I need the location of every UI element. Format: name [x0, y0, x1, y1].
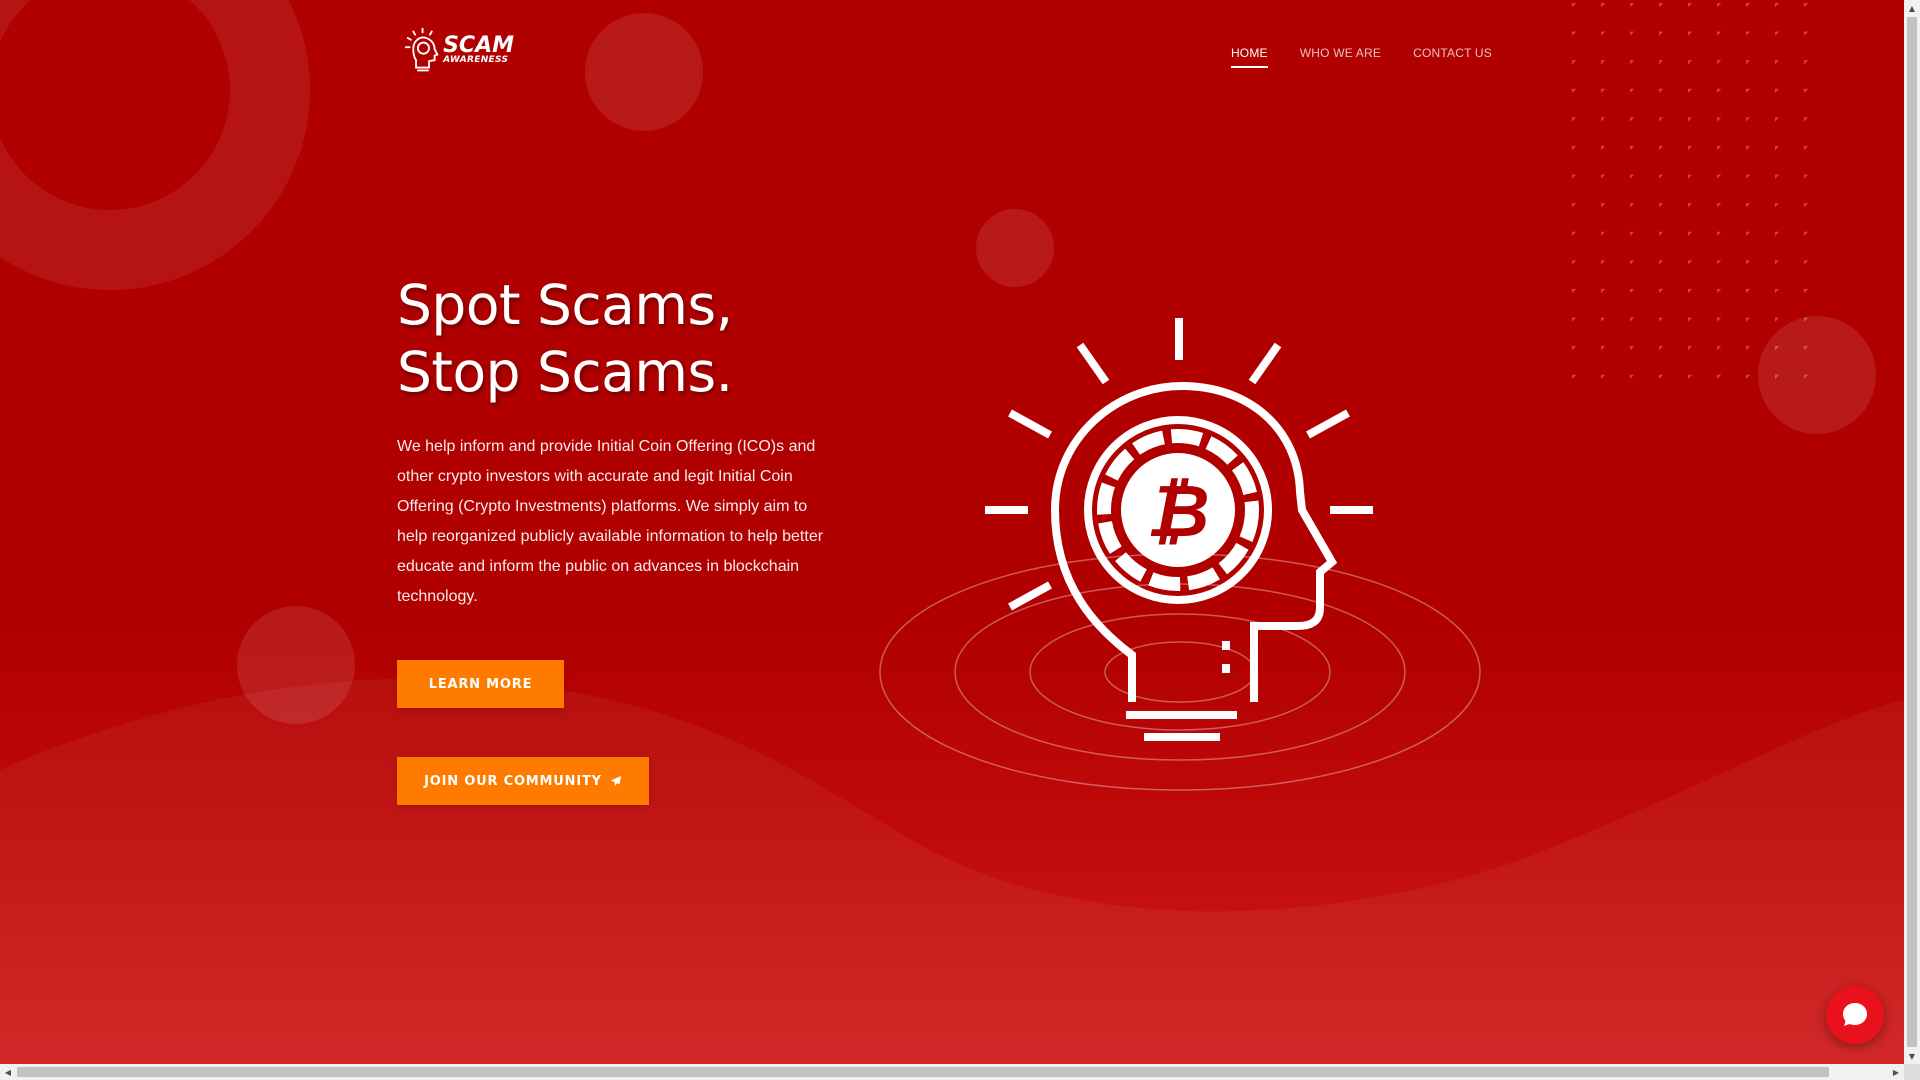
- hero-title-line2: Stop Scams.: [397, 340, 733, 404]
- nav-item-home[interactable]: HOME: [1230, 46, 1268, 68]
- lightbulb-head-logo-icon: [404, 27, 439, 72]
- logo-line1: SCAM: [443, 33, 514, 58]
- scroll-left-arrow-icon[interactable]: ◀: [0, 1064, 16, 1080]
- decorative-dot-grid: [1572, 0, 1812, 380]
- vertical-scroll-thumb[interactable]: [1907, 17, 1917, 1047]
- vertical-scrollbar[interactable]: ▲ ▼: [1904, 0, 1920, 1064]
- nav-item-who-we-are[interactable]: WHO WE ARE: [1300, 46, 1381, 68]
- bitcoin-head-lightbulb-icon: ₿: [879, 318, 1481, 791]
- scroll-down-arrow-icon[interactable]: ▼: [1904, 1048, 1920, 1064]
- hero-title: Spot Scams, Stop Scams.: [397, 272, 733, 406]
- hero-section: SCAM AWARENESS HOME WHO WE ARE CONTACT U…: [0, 0, 1904, 1064]
- learn-more-label: LEARN MORE: [428, 676, 533, 692]
- site-logo[interactable]: SCAM AWARENESS: [404, 24, 514, 76]
- bitcoin-symbol: ₿: [1146, 469, 1209, 553]
- paper-plane-icon: [610, 776, 621, 786]
- horizontal-scroll-thumb[interactable]: [17, 1067, 1829, 1077]
- join-community-button[interactable]: JOIN OUR COMMUNITY: [397, 757, 649, 805]
- nav-item-contact-us[interactable]: CONTACT US: [1413, 46, 1492, 68]
- scroll-up-arrow-icon[interactable]: ▲: [1904, 0, 1920, 16]
- hero-description: We help inform and provide Initial Coin …: [397, 438, 824, 605]
- hero-title-line1: Spot Scams,: [397, 273, 733, 337]
- logo-wordmark: SCAM AWARENESS: [443, 35, 514, 65]
- join-community-label: JOIN OUR COMMUNITY: [424, 773, 602, 789]
- scroll-right-arrow-icon[interactable]: ▶: [1888, 1064, 1904, 1080]
- scrollbar-corner: [1904, 1064, 1920, 1080]
- learn-more-button[interactable]: LEARN MORE: [397, 660, 564, 708]
- chat-bubble-icon: [1843, 1003, 1867, 1026]
- main-nav: HOME WHO WE ARE CONTACT US: [1230, 46, 1492, 68]
- chat-launcher-button[interactable]: [1826, 986, 1884, 1044]
- logo-line2: AWARENESS: [443, 55, 509, 65]
- horizontal-scrollbar[interactable]: ◀ ▶: [0, 1064, 1904, 1080]
